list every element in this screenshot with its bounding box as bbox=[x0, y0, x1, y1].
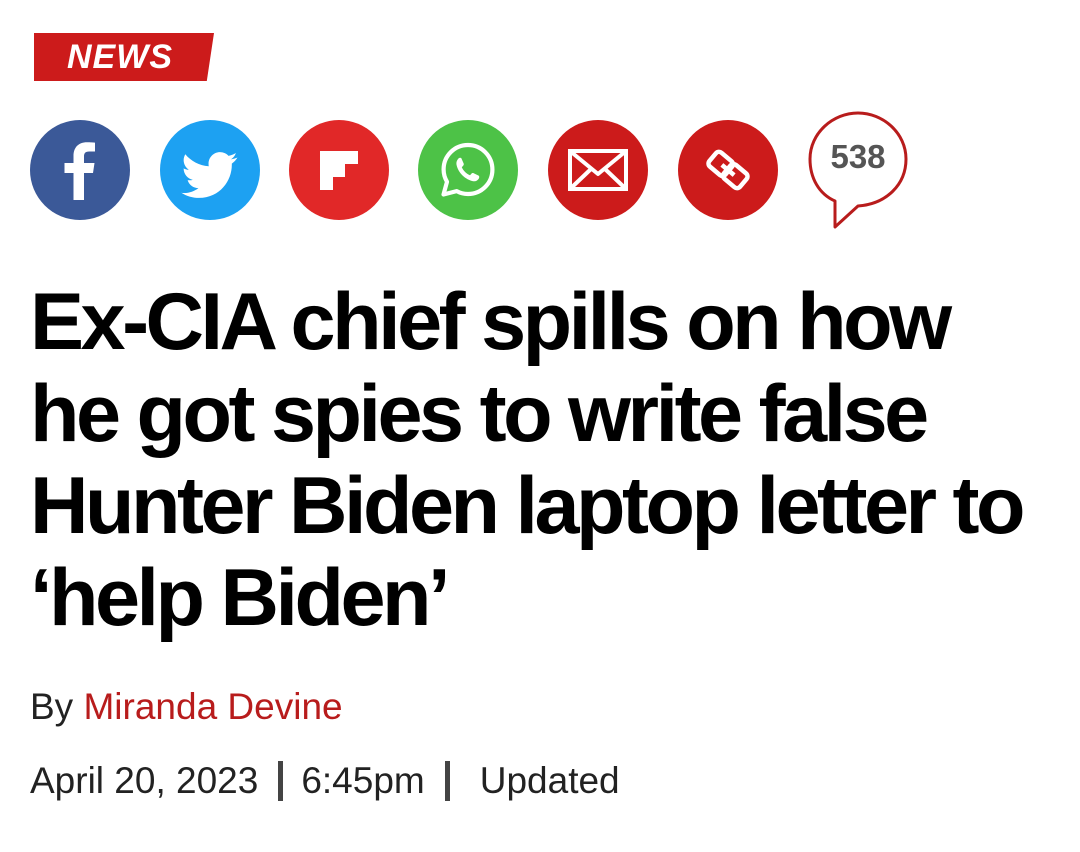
envelope-icon bbox=[568, 149, 628, 191]
article-header: NEWS 538 Ex-CIA chief spills on how he g… bbox=[0, 0, 1080, 852]
facebook-share-button[interactable] bbox=[30, 120, 130, 220]
comments-button[interactable]: 538 bbox=[806, 110, 910, 232]
twitter-share-button[interactable] bbox=[160, 120, 260, 220]
email-share-button[interactable] bbox=[548, 120, 648, 220]
whatsapp-share-button[interactable] bbox=[418, 120, 518, 220]
link-icon bbox=[706, 149, 750, 191]
comments-count: 538 bbox=[830, 138, 886, 175]
flipboard-icon bbox=[320, 151, 358, 190]
share-bar: 538 bbox=[0, 0, 1080, 240]
facebook-icon bbox=[64, 142, 95, 200]
dateline-separator bbox=[444, 761, 450, 801]
dateline-separator bbox=[278, 761, 284, 801]
copy-link-button[interactable] bbox=[678, 120, 778, 220]
dateline: April 20, 2023 6:45pm Updated bbox=[30, 760, 620, 802]
author-link[interactable]: Miranda Devine bbox=[83, 686, 342, 727]
updated-label: Updated bbox=[479, 760, 620, 801]
publish-date: April 20, 2023 bbox=[30, 760, 259, 801]
whatsapp-icon bbox=[441, 142, 495, 197]
byline-prefix: By bbox=[30, 686, 84, 727]
flipboard-share-button[interactable] bbox=[289, 120, 389, 220]
byline: By Miranda Devine bbox=[30, 686, 343, 728]
article-headline: Ex-CIA chief spills on how he got spies … bbox=[30, 277, 1026, 643]
publish-time: 6:45pm bbox=[301, 760, 425, 801]
twitter-bird-icon bbox=[181, 152, 238, 198]
